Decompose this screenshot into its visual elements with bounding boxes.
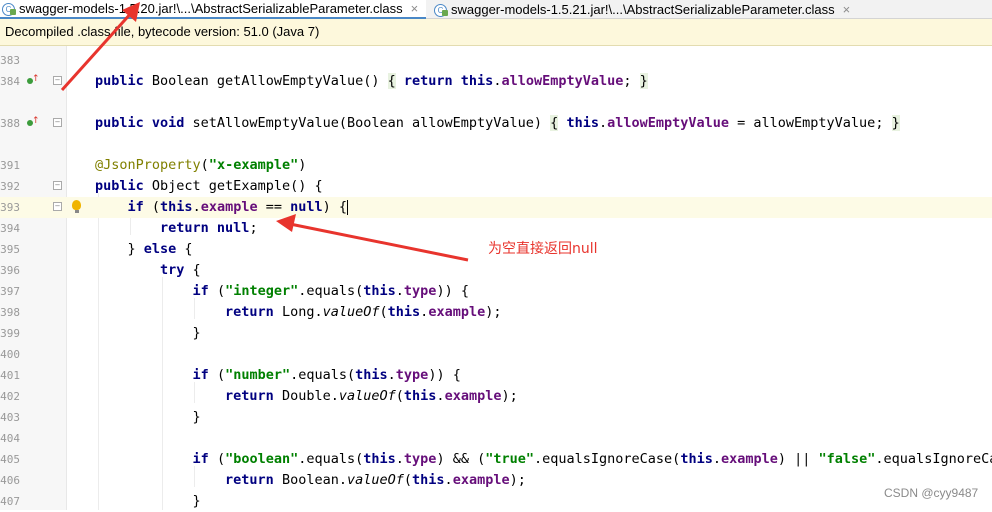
code-text: if (this.example == null) { [127, 199, 349, 215]
code-line[interactable]: 388 ↑ − public void setAllowEmptyValue(B… [0, 113, 992, 134]
line-number: 407 [0, 495, 20, 508]
code-editor[interactable]: 383 384 ↑ − public Boolean getAllowEmpty… [0, 46, 992, 510]
code-text: } else { [95, 241, 193, 257]
editor-tab-bar: C swagger-models-1.5.20.jar!\...\Abstrac… [0, 0, 992, 19]
code-line[interactable]: 404 [0, 428, 992, 449]
code-text: if ("number".equals(this.type)) { [192, 367, 461, 383]
code-line[interactable] [0, 134, 992, 155]
line-number: 392 [0, 180, 20, 193]
code-line[interactable]: 397 if ("integer".equals(this.type)) { [0, 281, 992, 302]
code-text: return null; [160, 220, 258, 236]
code-text: return Double.valueOf(this.example); [225, 388, 518, 404]
code-line[interactable]: 396 try { [0, 260, 992, 281]
code-line[interactable]: 401 if ("number".equals(this.type)) { [0, 365, 992, 386]
line-number: 388 [0, 117, 20, 130]
close-icon[interactable]: × [843, 2, 851, 17]
line-number: 400 [0, 348, 20, 361]
line-number: 399 [0, 327, 20, 340]
tab-swagger-models-1-5-20[interactable]: C swagger-models-1.5.20.jar!\...\Abstrac… [0, 0, 426, 19]
fold-toggle-icon[interactable]: − [53, 76, 62, 85]
line-number: 401 [0, 369, 20, 382]
code-text: return Boolean.valueOf(this.example); [225, 472, 526, 488]
line-number: 393 [0, 201, 20, 214]
code-text: public void setAllowEmptyValue(Boolean a… [95, 115, 900, 131]
code-text: } [95, 325, 201, 341]
override-marker-icon[interactable]: ↑ [27, 75, 40, 85]
code-text: } [95, 409, 201, 425]
code-line[interactable]: 391 @JsonProperty("x-example") [0, 155, 992, 176]
code-line[interactable]: 383 [0, 50, 992, 71]
line-number: 402 [0, 390, 20, 403]
line-number: 403 [0, 411, 20, 424]
code-line[interactable]: 399 } [0, 323, 992, 344]
text-caret [347, 199, 349, 215]
class-file-icon: C [2, 2, 16, 16]
lightbulb-icon[interactable] [72, 200, 81, 213]
tab-label: swagger-models-1.5.21.jar!\...\AbstractS… [451, 1, 835, 17]
code-text: return Long.valueOf(this.example); [225, 304, 502, 320]
code-text: try { [160, 262, 201, 278]
line-number: 383 [0, 54, 20, 67]
fold-toggle-icon[interactable]: − [53, 202, 62, 211]
close-icon[interactable]: × [411, 1, 419, 16]
fold-toggle-icon[interactable]: − [53, 118, 62, 127]
tab-swagger-models-1-5-21[interactable]: C swagger-models-1.5.21.jar!\...\Abstrac… [432, 0, 862, 18]
code-text: if ("boolean".equals(this.type) && ("tru… [192, 451, 992, 467]
line-number: 391 [0, 159, 20, 172]
line-number: 404 [0, 432, 20, 445]
line-number: 395 [0, 243, 20, 256]
line-number: 394 [0, 222, 20, 235]
tab-label: swagger-models-1.5.20.jar!\...\AbstractS… [19, 1, 403, 16]
code-line[interactable]: 400 [0, 344, 992, 365]
annotation-text: 为空直接返回null [488, 241, 598, 257]
code-line[interactable]: 403 } [0, 407, 992, 428]
code-line[interactable]: 398 return Long.valueOf(this.example); [0, 302, 992, 323]
code-text: public Object getExample() { [95, 178, 323, 194]
line-number: 384 [0, 75, 20, 88]
code-line-current[interactable]: 393 − if (this.example == null) { [0, 197, 992, 218]
code-line[interactable]: 394 return null; [0, 218, 992, 239]
decompiled-notice-banner: Decompiled .class file, bytecode version… [0, 19, 992, 46]
code-text: } [95, 493, 201, 509]
line-number: 405 [0, 453, 20, 466]
code-line[interactable]: 392 − public Object getExample() { [0, 176, 992, 197]
banner-text: Decompiled .class file, bytecode version… [5, 24, 320, 39]
code-line[interactable]: 384 ↑ − public Boolean getAllowEmptyValu… [0, 71, 992, 92]
code-line[interactable]: 406 return Boolean.valueOf(this.example)… [0, 470, 992, 491]
watermark: CSDN @cyy9487 [884, 486, 979, 500]
line-number: 396 [0, 264, 20, 277]
line-number: 397 [0, 285, 20, 298]
class-file-icon: C [434, 3, 448, 17]
code-line[interactable]: 407 } [0, 491, 992, 512]
code-line[interactable]: 405 if ("boolean".equals(this.type) && (… [0, 449, 992, 470]
line-number: 406 [0, 474, 20, 487]
code-text: public Boolean getAllowEmptyValue() { re… [95, 73, 648, 89]
code-line[interactable]: 402 return Double.valueOf(this.example); [0, 386, 992, 407]
override-marker-icon[interactable]: ↑ [27, 117, 40, 127]
code-text: @JsonProperty("x-example") [95, 157, 307, 173]
code-text: if ("integer".equals(this.type)) { [192, 283, 469, 299]
line-number: 398 [0, 306, 20, 319]
fold-toggle-icon[interactable]: − [53, 181, 62, 190]
code-line[interactable] [0, 92, 992, 113]
